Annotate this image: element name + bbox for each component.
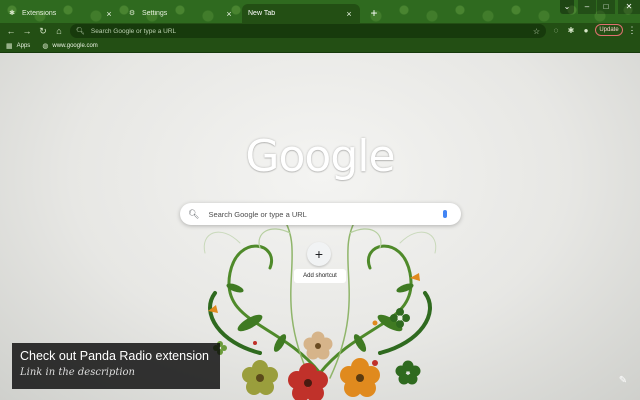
address-bar-placeholder: Search Google or type a URL xyxy=(90,27,177,35)
tab-label: Extensions xyxy=(22,10,57,17)
microphone-icon[interactable] xyxy=(443,210,447,218)
extensions-puzzle-icon[interactable]: ✱ xyxy=(565,25,577,37)
apps-grid-icon: ▦ xyxy=(6,42,13,50)
window-close-icon[interactable]: ✕ xyxy=(618,0,640,14)
bookmarks-bar: ▦ Apps ◍ www.google.com xyxy=(0,39,640,53)
browser-toolbar: ← → ↻ ⌂ 🔍︎ Search Google or type a URL ☆ xyxy=(0,23,640,39)
search-icon: 🔍︎ xyxy=(188,208,200,219)
tab-label: Settings xyxy=(142,10,168,17)
reload-icon[interactable]: ↻ xyxy=(36,24,50,38)
address-bar[interactable]: 🔍︎ Search Google or type a URL ☆ xyxy=(70,24,546,38)
promo-title: Check out Panda Radio extension xyxy=(20,349,210,363)
search-icon: 🔍︎ xyxy=(76,28,85,35)
add-shortcut-label: Add shortcut xyxy=(294,269,346,283)
tab-label: New Tab xyxy=(248,10,276,17)
bookmark-star-icon[interactable]: ☆ xyxy=(533,27,540,36)
profile-avatar-icon[interactable]: ● xyxy=(580,25,592,37)
extension-icon[interactable]: ◌ xyxy=(550,25,562,37)
close-icon[interactable]: × xyxy=(104,9,114,19)
tab-strip: ✱ Extensions × ⚙ Settings × New Tab × + … xyxy=(0,0,640,23)
back-icon[interactable]: ← xyxy=(4,24,18,38)
bookmark-google[interactable]: ◍ www.google.com xyxy=(42,42,97,50)
bookmark-label: www.google.com xyxy=(52,42,98,49)
update-button[interactable]: Update xyxy=(595,24,623,36)
maximize-icon[interactable]: □ xyxy=(597,0,615,14)
new-tab-button[interactable]: + xyxy=(367,6,381,20)
search-box[interactable]: 🔍︎ Search Google or type a URL xyxy=(180,203,461,225)
promo-subtitle: Link in the description xyxy=(20,367,135,378)
customize-pencil-icon[interactable]: ✎ xyxy=(616,374,630,388)
google-logo: Google xyxy=(245,131,395,182)
gear-icon: ⚙ xyxy=(128,9,136,17)
tab-search-icon[interactable]: ⌄ xyxy=(560,0,574,14)
close-icon[interactable]: × xyxy=(224,9,234,19)
forward-icon[interactable]: → xyxy=(20,24,34,38)
close-icon[interactable]: × xyxy=(344,9,354,19)
search-placeholder: Search Google or type a URL xyxy=(208,209,307,219)
tab-new-tab[interactable]: New Tab × xyxy=(242,4,360,23)
puzzle-icon: ✱ xyxy=(9,9,15,17)
tab-settings[interactable]: ⚙ Settings × xyxy=(122,4,240,23)
tab-extensions[interactable]: ✱ Extensions × xyxy=(2,4,120,23)
menu-kebab-icon[interactable]: ⋮ xyxy=(627,24,637,36)
home-icon[interactable]: ⌂ xyxy=(52,24,66,38)
bookmark-apps[interactable]: ▦ Apps xyxy=(6,42,30,50)
add-shortcut-button[interactable]: + xyxy=(307,242,331,266)
globe-icon: ◍ xyxy=(42,42,49,50)
minimize-icon[interactable]: – xyxy=(578,0,596,14)
bookmark-label: Apps xyxy=(16,42,31,49)
new-tab-page: Google 🔍︎ Search Google or type a URL + … xyxy=(0,53,640,400)
promo-overlay: Check out Panda Radio extension Link in … xyxy=(12,343,220,389)
